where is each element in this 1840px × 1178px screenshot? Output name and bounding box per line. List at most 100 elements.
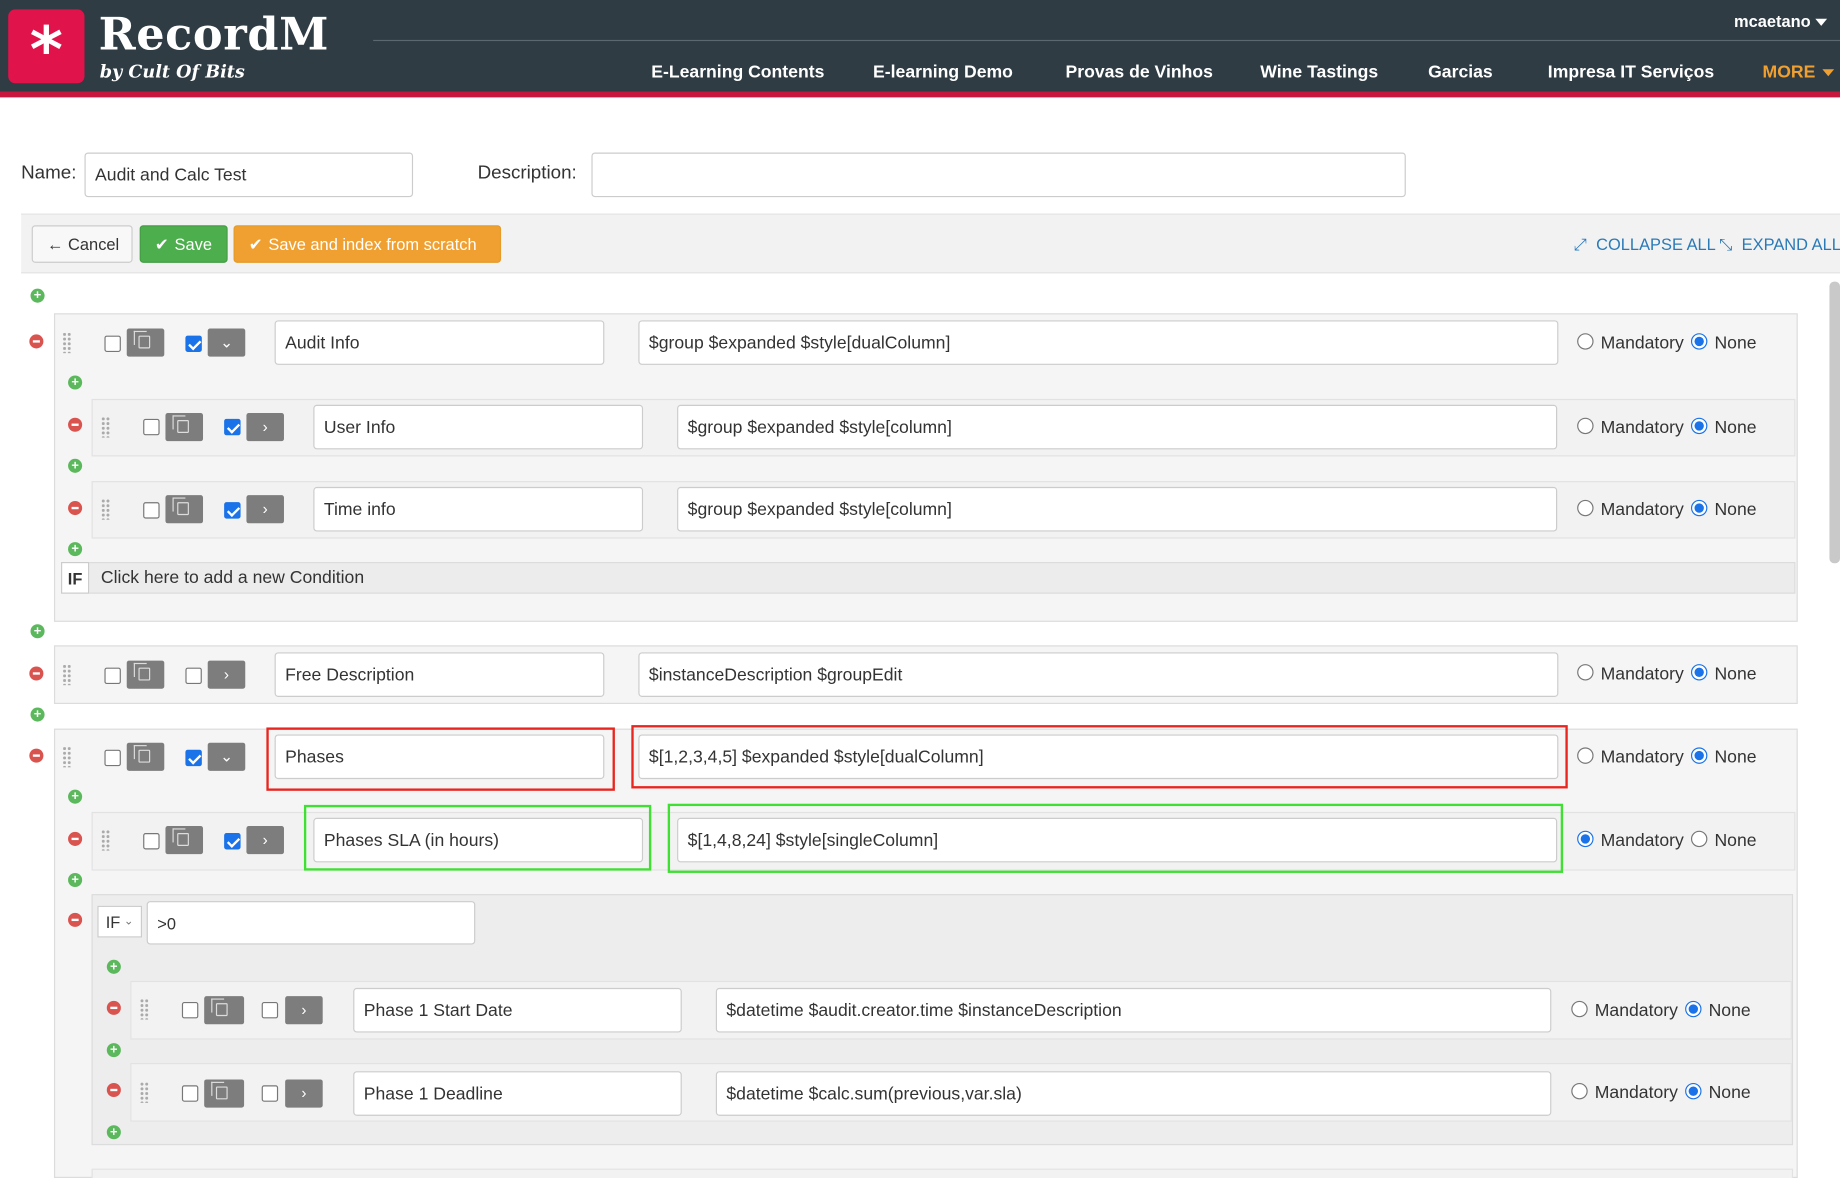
select-checkbox[interactable] [181, 1085, 199, 1102]
nav-item-garcias[interactable]: Garcias [1428, 62, 1493, 82]
add-field-icon[interactable]: + [68, 458, 83, 473]
none-radio[interactable] [1690, 747, 1708, 764]
visible-checkbox[interactable] [185, 749, 202, 767]
field-name-input[interactable]: Phase 1 Start Date [353, 987, 682, 1033]
select-checkbox[interactable] [181, 1002, 199, 1019]
copy-button[interactable] [165, 495, 204, 524]
visible-checkbox[interactable] [224, 418, 241, 436]
cancel-button[interactable]: ← Cancel [31, 225, 133, 263]
copy-button[interactable] [165, 413, 204, 442]
copy-button[interactable] [165, 826, 204, 855]
add-field-icon[interactable]: + [106, 1125, 121, 1140]
drag-handle-icon[interactable] [100, 498, 111, 520]
if-dropdown[interactable]: IF ⌄ [97, 905, 142, 938]
mandatory-radio[interactable] [1577, 747, 1594, 764]
mandatory-radio[interactable] [1577, 664, 1594, 681]
save-button[interactable]: ✔ Save [139, 225, 228, 263]
add-field-icon[interactable]: + [106, 959, 121, 974]
expand-toggle-button[interactable]: › [246, 495, 284, 524]
collapse-all-link[interactable]: ⤢ COLLAPSE ALL [1574, 235, 1716, 255]
remove-field-icon[interactable] [68, 417, 83, 432]
field-description-input[interactable]: $group $expanded $style[column] [677, 404, 1558, 450]
expand-all-link[interactable]: ⤡ EXPAND ALL [1719, 235, 1840, 255]
copy-button[interactable] [126, 742, 165, 771]
expand-toggle-button[interactable]: › [246, 826, 284, 855]
nav-item-wine-tastings[interactable]: Wine Tastings [1260, 62, 1378, 82]
visible-checkbox[interactable] [261, 1002, 279, 1019]
add-field-icon[interactable]: + [30, 707, 45, 722]
save-index-button[interactable]: ✔ Save and index from scratch [233, 225, 502, 263]
field-name-input[interactable]: Phase 1 Deadline [353, 1071, 682, 1116]
remove-field-icon[interactable] [68, 831, 83, 846]
expand-toggle-button[interactable]: ⌄ [207, 328, 246, 357]
condition-value-input[interactable]: >0 [146, 901, 476, 945]
drag-handle-icon[interactable] [62, 332, 72, 354]
drag-handle-icon[interactable] [139, 998, 150, 1020]
asterisk-icon[interactable]: * [8, 9, 85, 87]
drag-handle-icon[interactable] [62, 746, 72, 768]
mandatory-radio[interactable] [1577, 499, 1594, 517]
mandatory-radio[interactable] [1577, 417, 1594, 435]
none-radio[interactable] [1685, 1082, 1702, 1100]
drag-handle-icon[interactable] [100, 829, 111, 851]
field-name-input[interactable]: Audit Info [274, 320, 605, 365]
mandatory-radio[interactable] [1571, 1082, 1588, 1100]
nav-item-elearning-contents[interactable]: E-Learning Contents [651, 62, 824, 82]
select-checkbox[interactable] [104, 335, 121, 352]
expand-toggle-button[interactable]: › [207, 660, 246, 689]
select-checkbox[interactable] [143, 502, 160, 519]
mandatory-radio[interactable] [1571, 1000, 1588, 1018]
select-checkbox[interactable] [143, 833, 160, 850]
nav-item-elearning-demo[interactable]: E-learning Demo [873, 62, 1013, 82]
app-name[interactable]: RecordM [99, 7, 329, 60]
field-description-input[interactable]: $group $expanded $style[column] [677, 486, 1558, 532]
none-radio[interactable] [1690, 830, 1708, 848]
expand-toggle-button[interactable]: › [246, 413, 284, 442]
add-field-icon[interactable]: + [68, 789, 83, 804]
visible-checkbox[interactable] [224, 502, 241, 519]
add-field-icon[interactable]: + [106, 1043, 121, 1058]
visible-checkbox[interactable] [261, 1085, 279, 1102]
drag-handle-icon[interactable] [100, 416, 111, 438]
drag-handle-icon[interactable] [139, 1081, 150, 1103]
remove-field-icon[interactable] [29, 334, 44, 349]
add-field-icon[interactable]: + [30, 288, 45, 303]
remove-field-icon[interactable] [29, 748, 44, 763]
expand-toggle-button[interactable]: ⌄ [207, 742, 246, 771]
select-checkbox[interactable] [104, 749, 121, 767]
none-radio[interactable] [1690, 333, 1708, 350]
add-field-icon[interactable]: + [68, 872, 83, 888]
field-description-input[interactable]: $datetime $audit.creator.time $instanceD… [715, 987, 1552, 1033]
mandatory-radio[interactable] [1577, 333, 1594, 350]
none-radio[interactable] [1690, 499, 1708, 517]
select-checkbox[interactable] [104, 667, 121, 685]
page-scrollbar[interactable] [1829, 281, 1840, 564]
drag-handle-icon[interactable] [62, 664, 72, 686]
copy-button[interactable] [126, 660, 165, 689]
add-field-icon[interactable]: + [68, 542, 83, 557]
none-radio[interactable] [1690, 664, 1708, 681]
select-checkbox[interactable] [143, 418, 160, 436]
visible-checkbox[interactable] [185, 335, 202, 352]
nav-more-menu[interactable]: MORE [1763, 62, 1835, 82]
remove-condition-icon[interactable] [68, 912, 83, 927]
field-name-input[interactable]: Time info [313, 486, 644, 532]
none-radio[interactable] [1685, 1000, 1702, 1018]
none-radio[interactable] [1690, 417, 1708, 435]
copy-button[interactable] [204, 1079, 245, 1108]
field-name-input[interactable]: Free Description [274, 652, 605, 697]
add-field-icon[interactable]: + [68, 375, 83, 390]
remove-field-icon[interactable] [68, 501, 83, 516]
add-field-icon[interactable]: + [30, 624, 45, 639]
nav-item-impresa-it[interactable]: Impresa IT Serviços [1548, 62, 1714, 82]
name-input[interactable]: Audit and Calc Test [84, 152, 414, 198]
nav-item-provas-de-vinhos[interactable]: Provas de Vinhos [1066, 62, 1213, 82]
field-description-input[interactable]: $instanceDescription $groupEdit [638, 652, 1559, 697]
remove-field-icon[interactable] [106, 1000, 121, 1015]
description-input[interactable] [591, 152, 1406, 198]
field-description-input[interactable]: $group $expanded $style[dualColumn] [638, 320, 1559, 365]
expand-toggle-button[interactable]: › [285, 996, 323, 1025]
copy-button[interactable] [204, 996, 245, 1025]
remove-field-icon[interactable] [29, 666, 44, 681]
copy-button[interactable] [126, 328, 165, 357]
